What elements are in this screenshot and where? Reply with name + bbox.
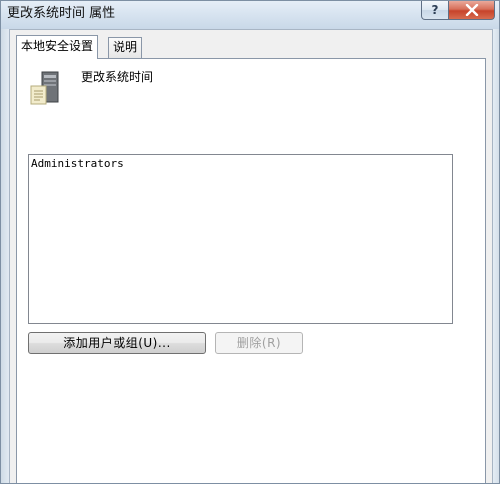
caption-buttons: ?: [421, 1, 495, 21]
title-bar[interactable]: 更改系统时间 属性 ?: [1, 1, 499, 29]
dialog-client-area: 本地安全设置 说明 更改系统时间 Administrators 添加用户或组(U…: [9, 29, 493, 483]
tab-label: 说明: [113, 40, 138, 54]
window-title: 更改系统时间 属性: [7, 6, 116, 21]
close-icon: [465, 4, 478, 16]
list-item[interactable]: Administrators: [31, 156, 450, 171]
close-button[interactable]: [449, 1, 495, 20]
help-button[interactable]: ?: [421, 1, 449, 20]
help-icon: ?: [431, 3, 439, 17]
accounts-listbox[interactable]: Administrators: [28, 154, 453, 324]
tab-panel: 更改系统时间 Administrators 添加用户或组(U)... 删除(R): [16, 58, 486, 483]
remove-button[interactable]: 删除(R): [215, 332, 303, 354]
policy-name: 更改系统时间: [81, 70, 154, 84]
properties-dialog: 更改系统时间 属性 ? 本地安全设置 说明 更改系统时间 Administrat…: [0, 0, 500, 484]
tab-local-security-setting[interactable]: 本地安全设置: [16, 35, 99, 59]
policy-computer-icon: [30, 71, 59, 105]
add-user-or-group-button[interactable]: 添加用户或组(U)...: [28, 332, 206, 354]
tab-label: 本地安全设置: [21, 39, 94, 53]
tab-explain[interactable]: 说明: [108, 37, 143, 58]
